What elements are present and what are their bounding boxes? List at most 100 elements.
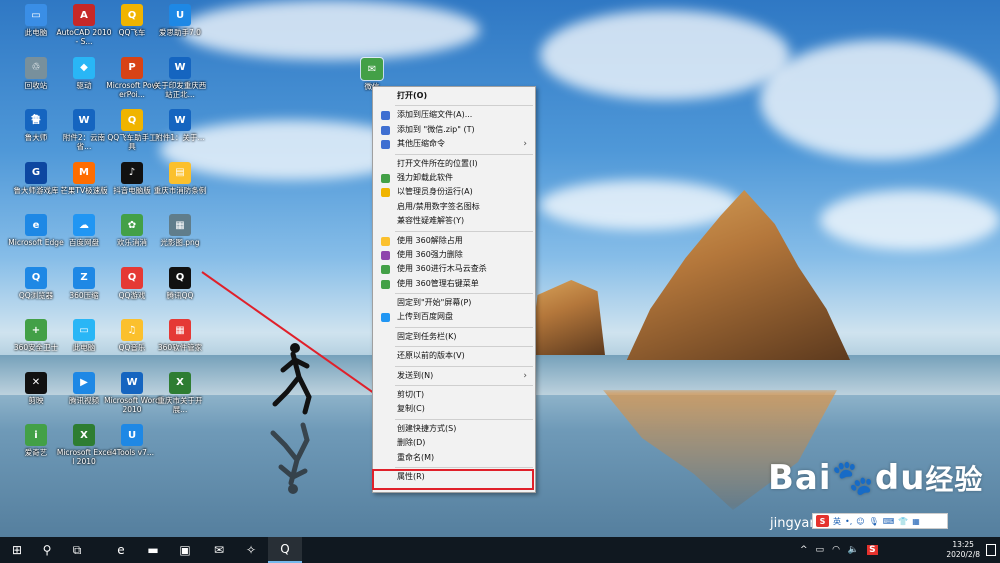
powerpoint-icon: P — [121, 56, 143, 79]
menu-separator — [395, 105, 533, 107]
menu-item-label: 复制(C) — [397, 404, 425, 414]
menu-item[interactable]: 创建快捷方式(S) — [373, 422, 535, 436]
menu-separator — [395, 466, 533, 468]
edge-button[interactable]: e — [104, 537, 138, 563]
notification-icon[interactable] — [986, 544, 996, 556]
menu-item-label: 重命名(M) — [397, 452, 435, 462]
menu-item[interactable]: 打开(O) — [373, 89, 535, 103]
menu-separator — [395, 293, 533, 295]
360-zip-icon: Z — [73, 266, 95, 289]
punctuation-icon[interactable]: •, — [845, 517, 852, 526]
menu-manage-icon — [381, 279, 390, 289]
menu-item[interactable]: 启用/禁用数字签名图标 — [373, 200, 535, 214]
desktop-icon[interactable]: U 爱思助手7.0 — [152, 4, 208, 37]
qq-browser-button[interactable]: Q — [268, 537, 302, 563]
archive-icon — [381, 111, 390, 121]
menu-item[interactable]: 固定到任务栏(K) — [373, 330, 535, 344]
menu-item[interactable]: 重命名(M) — [373, 451, 535, 465]
desktop-icon-label: 爱思助手7.0 — [159, 28, 201, 37]
menu-item-label: 打开文件所在的位置(I) — [397, 158, 478, 168]
desktop-icon-label: 关于印发重庆西站正北... — [153, 80, 207, 99]
emoji-icon[interactable]: ☺ — [856, 517, 864, 526]
desktop-icon[interactable]: X 重庆市关于开展... — [152, 371, 208, 414]
tencent-video-icon: ▶ — [73, 371, 95, 394]
desktop-icon-label: 附件1：关于... — [155, 133, 205, 142]
menu-item-label: 固定到"开始"屏幕(P) — [397, 298, 472, 308]
desktop-icon[interactable]: Q 腾讯QQ — [152, 266, 208, 300]
desktop-icon[interactable]: W 关于印发重庆西站正北... — [152, 56, 208, 99]
start-button[interactable]: ⊞ — [0, 537, 34, 563]
skin-icon[interactable]: 👕 — [898, 517, 908, 526]
archive-icon — [381, 140, 390, 150]
menu-item[interactable]: 还原以前的版本(V) — [373, 349, 535, 363]
runner-silhouette — [272, 343, 312, 415]
volume-icon[interactable]: 🔈 — [848, 545, 859, 555]
menu-item[interactable]: 发送到(N) › — [373, 369, 535, 383]
excel-icon: X — [73, 424, 95, 446]
desktop-icon-label: 光影图.png — [160, 238, 200, 247]
menu-item-label: 上传到百度网盘 — [397, 312, 453, 322]
jianying-icon: ✕ — [25, 371, 47, 394]
mango-tv-icon: M — [73, 161, 95, 184]
i4tools-icon: U — [121, 424, 143, 446]
file-explorer-button[interactable]: ▬ — [136, 537, 170, 563]
desktop-icon-label: 重庆市消防条例 — [153, 185, 207, 195]
sogou-tray-icon[interactable]: S — [867, 545, 878, 555]
chevron-up-icon[interactable]: ^ — [800, 545, 808, 555]
menu-item-label: 兼容性疑难解答(Y) — [397, 216, 465, 226]
ime-toolbar[interactable]: S 英 •, ☺ 🎙 ⌨ 👕 ▦ — [812, 513, 948, 529]
menu-item[interactable]: 使用 360解除占用 — [373, 234, 535, 248]
search-button[interactable]: ⚲ — [30, 537, 64, 563]
menu-item[interactable]: 添加到压缩文件(A)... — [373, 108, 535, 122]
excel-doc-icon: X — [169, 371, 191, 394]
mic-icon[interactable]: 🎙 — [869, 517, 879, 526]
clock-date: 2020/2/8 — [946, 550, 980, 559]
toolbox-icon[interactable]: ▦ — [912, 517, 920, 526]
desktop-icon-label: 360软件管家 — [157, 343, 203, 352]
menu-item[interactable]: 上传到百度网盘 — [373, 310, 535, 324]
word-doc-icon: W — [169, 56, 191, 79]
menu-item-label: 删除(D) — [397, 438, 426, 448]
sogou-logo-icon[interactable]: S — [816, 515, 829, 527]
menu-item[interactable]: 兼容性疑难解答(Y) — [373, 214, 535, 228]
ime-lang[interactable]: 英 — [833, 516, 841, 527]
network-icon[interactable]: ▭ — [816, 545, 825, 555]
store-button[interactable]: ▣ — [168, 537, 202, 563]
desktop-icon[interactable]: W 附件1：关于... — [152, 109, 208, 142]
menu-item[interactable]: 添加到 "微信.zip" (T) — [373, 123, 535, 137]
menu-item[interactable]: 以管理员身份运行(A) — [373, 185, 535, 199]
menu-item-label: 以管理员身份运行(A) — [397, 187, 473, 197]
app-button[interactable]: ✧ — [234, 537, 268, 563]
clock-time: 13:25 — [952, 540, 974, 549]
menu-item[interactable]: 使用 360管理右键菜单 — [373, 277, 535, 291]
qq-browser-icon: Q — [25, 266, 47, 289]
menu-item[interactable]: 打开文件所在的位置(I) — [373, 157, 535, 171]
menu-separator — [395, 326, 533, 328]
menu-item[interactable]: 使用 360进行木马云查杀 — [373, 262, 535, 276]
menu-item-label: 启用/禁用数字签名图标 — [397, 201, 480, 211]
wifi-icon[interactable]: ◠ — [832, 545, 840, 555]
menu-item[interactable]: 删除(D) — [373, 436, 535, 450]
folder-icon: ▤ — [169, 161, 191, 184]
mail-button[interactable]: ✉ — [202, 537, 236, 563]
menu-item[interactable]: 强力卸载此软件 — [373, 171, 535, 185]
iqiyi-icon: i — [25, 424, 47, 446]
desktop-icon[interactable]: ▤ 重庆市消防条例 — [152, 161, 208, 195]
menu-item[interactable]: 剪切(T) — [373, 388, 535, 402]
shield-icon — [381, 188, 390, 198]
menu-item[interactable]: 复制(C) — [373, 402, 535, 416]
baidu-netdisk-icon: ☁ — [73, 214, 95, 236]
context-menu: 打开(O) 添加到压缩文件(A)... 添加到 "微信.zip" (T) 其他压缩命令… — [372, 86, 536, 493]
menu-item[interactable]: 其他压缩命令 › — [373, 137, 535, 151]
keyboard-icon[interactable]: ⌨ — [883, 517, 895, 526]
desktop-icon[interactable]: ▦ 360软件管家 — [152, 319, 208, 352]
menu-item[interactable]: 固定到"开始"屏幕(P) — [373, 296, 535, 310]
menu-separator — [395, 230, 533, 232]
360-software-icon: ▦ — [169, 319, 191, 341]
task-view-button[interactable]: ⧉ — [60, 537, 94, 563]
desktop-icon[interactable]: Ui4Tools v7... — [104, 424, 160, 457]
desktop-icon-label: i4Tools v7... — [109, 448, 155, 457]
desktop-icon[interactable]: ▦ 光影图.png — [152, 214, 208, 247]
menu-item[interactable]: 使用 360强力删除 — [373, 248, 535, 262]
clock[interactable]: 13:25 2020/2/8 — [946, 540, 980, 560]
